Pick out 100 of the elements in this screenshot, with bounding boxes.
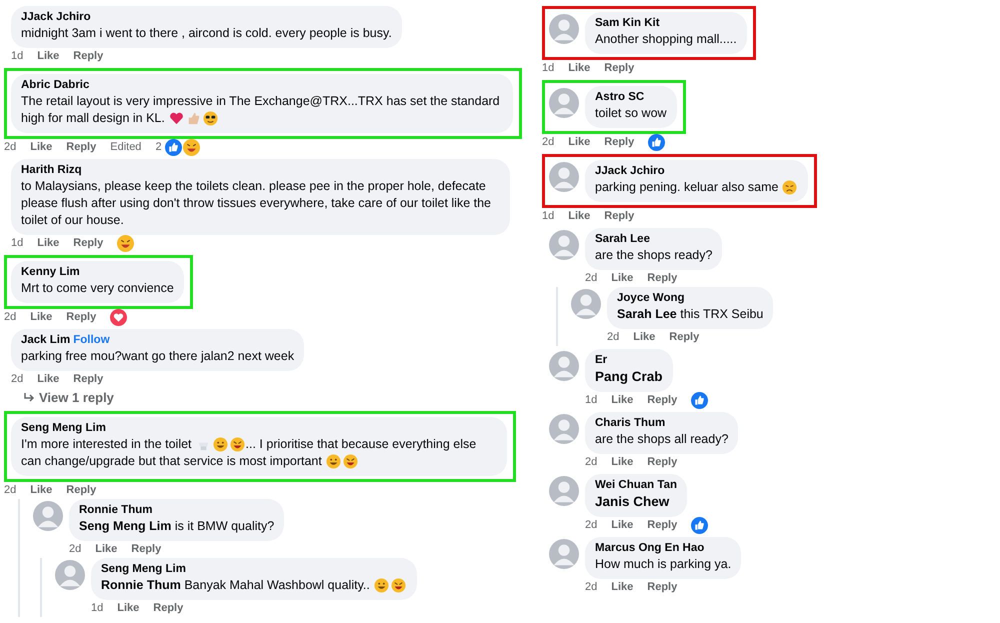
author-name[interactable]: Marcus Ong En Hao xyxy=(595,541,704,556)
action-link[interactable]: Reply xyxy=(153,600,184,617)
action-link[interactable]: Like xyxy=(611,392,634,409)
timestamp: 2d xyxy=(585,518,598,534)
follow-link[interactable]: Follow xyxy=(73,333,110,348)
author-name[interactable]: Jack Lim xyxy=(21,333,70,348)
action-link[interactable]: Like xyxy=(568,134,590,151)
action-link[interactable]: Reply xyxy=(647,454,678,471)
avatar[interactable] xyxy=(549,230,579,260)
comment-text: Pang Crab xyxy=(595,369,663,384)
comment-text: parking free mou?want go there jalan2 next week xyxy=(21,349,294,363)
comment-text: midnight 3am i went to there , aircond is cold. every people is busy. xyxy=(21,26,392,40)
timestamp: 2d xyxy=(4,140,16,156)
action-link[interactable]: Reply xyxy=(669,329,700,346)
view-replies-text[interactable]: View 1 reply xyxy=(39,388,114,408)
action-link[interactable]: Like xyxy=(568,60,590,77)
action-link[interactable]: Like xyxy=(568,208,590,225)
comment-text: Mrt to come very convience xyxy=(21,281,174,295)
avatar[interactable] xyxy=(549,88,579,118)
author-name[interactable]: Joyce Wong xyxy=(617,291,685,306)
author-name[interactable]: Wei Chuan Tan xyxy=(595,478,677,493)
avatar[interactable] xyxy=(549,476,579,506)
timestamp: 1d xyxy=(11,49,24,64)
comment-text: The retail layout is very impressive in The Exchange@TRX...TRX has set the standard xyxy=(21,93,500,110)
timestamp: 2d xyxy=(585,271,598,286)
comment-text: How much is parking ya. xyxy=(595,557,732,571)
avatar[interactable] xyxy=(549,162,579,192)
action-link[interactable]: Like xyxy=(37,48,60,65)
action-link[interactable]: Reply xyxy=(647,270,678,287)
view-replies-link[interactable]: View 1 reply xyxy=(11,388,114,408)
author-name[interactable]: Charis Thum xyxy=(595,416,666,431)
love-reaction-icon[interactable] xyxy=(110,309,128,326)
timestamp: 2d xyxy=(69,542,82,558)
action-link[interactable]: Reply xyxy=(647,517,678,534)
action-link[interactable]: Reply xyxy=(66,482,96,499)
timestamp: 1d xyxy=(585,393,598,408)
like-reaction-icon[interactable] xyxy=(164,139,182,156)
action-link[interactable]: Reply xyxy=(66,309,96,326)
action-link[interactable]: Reply xyxy=(73,235,104,252)
laughing-reaction-icon[interactable] xyxy=(117,235,134,252)
avatar[interactable] xyxy=(549,414,579,444)
avatar[interactable] xyxy=(549,351,579,381)
action-link[interactable]: Reply xyxy=(66,139,96,156)
author-name[interactable]: Kenny Lim xyxy=(21,265,80,280)
avatar[interactable] xyxy=(549,14,579,44)
action-link[interactable]: Reply xyxy=(604,60,634,77)
author-name[interactable]: Ronnie Thum xyxy=(79,503,152,518)
timestamp: 2d xyxy=(542,135,554,150)
author-name[interactable]: Abric Dabric xyxy=(21,78,90,93)
comment-text: I'm more interested in the toilet xyxy=(21,436,192,453)
avatar[interactable] xyxy=(33,501,63,531)
timestamp: 2d xyxy=(585,580,598,596)
like-reaction-icon[interactable] xyxy=(691,392,708,409)
author-name[interactable]: Sam Kin Kit xyxy=(595,16,660,31)
laughing-reaction-icon[interactable] xyxy=(182,139,200,156)
timestamp: 2d xyxy=(11,372,24,388)
action-link[interactable]: Like xyxy=(611,454,634,471)
reaction-count[interactable]: 2 xyxy=(155,139,162,156)
edited-label: Edited xyxy=(110,140,142,156)
author-name[interactable]: JJack Jchiro xyxy=(595,164,665,179)
author-name[interactable]: Seng Meng Lim xyxy=(101,562,186,577)
timestamp: 1d xyxy=(91,601,104,616)
action-link[interactable]: Reply xyxy=(647,392,678,409)
like-reaction-icon[interactable] xyxy=(691,517,708,534)
action-link[interactable]: Reply xyxy=(73,371,104,388)
comment-text: parking pening. keluar also same xyxy=(595,179,778,196)
comment-text: are the shops ready? xyxy=(595,248,712,262)
action-link[interactable]: Like xyxy=(611,517,634,534)
action-link[interactable]: Like xyxy=(117,600,140,617)
avatar[interactable] xyxy=(549,539,579,569)
action-link[interactable]: Like xyxy=(30,139,52,156)
action-link[interactable]: Reply xyxy=(604,208,634,225)
avatar[interactable] xyxy=(571,289,601,319)
author-name[interactable]: Er xyxy=(595,353,608,368)
author-name[interactable]: Astro SC xyxy=(595,90,644,105)
author-name[interactable]: Harith Rizq xyxy=(21,163,82,178)
reply-arrow-icon xyxy=(23,392,35,404)
action-link[interactable]: Like xyxy=(611,270,634,287)
comment-text: ... I prioritise that because everything else xyxy=(246,436,476,453)
action-link[interactable]: Like xyxy=(30,309,52,326)
action-link[interactable]: Reply xyxy=(131,541,162,558)
comment-text: Ronnie Thum Banyak Mahal Washbowl quality.. xyxy=(101,577,370,594)
action-link[interactable]: Like xyxy=(37,235,60,252)
action-link[interactable]: Reply xyxy=(73,48,104,65)
timestamp: 1d xyxy=(542,61,554,76)
comment-text: toilet so wow xyxy=(595,106,667,120)
author-name[interactable]: Seng Meng Lim xyxy=(21,421,106,436)
author-name[interactable]: JJack Jchiro xyxy=(21,10,91,25)
like-reaction-icon[interactable] xyxy=(648,134,666,151)
action-link[interactable]: Like xyxy=(633,329,656,346)
avatar[interactable] xyxy=(55,560,85,590)
action-link[interactable]: Like xyxy=(611,579,634,596)
action-link[interactable]: Like xyxy=(30,482,52,499)
action-link[interactable]: Reply xyxy=(647,579,678,596)
action-link[interactable]: Like xyxy=(95,541,118,558)
comment-text: high for mall design in KL. xyxy=(21,110,165,127)
timestamp: 2d xyxy=(607,330,620,346)
action-link[interactable]: Reply xyxy=(604,134,634,151)
action-link[interactable]: Like xyxy=(37,371,60,388)
author-name[interactable]: Sarah Lee xyxy=(595,232,650,247)
